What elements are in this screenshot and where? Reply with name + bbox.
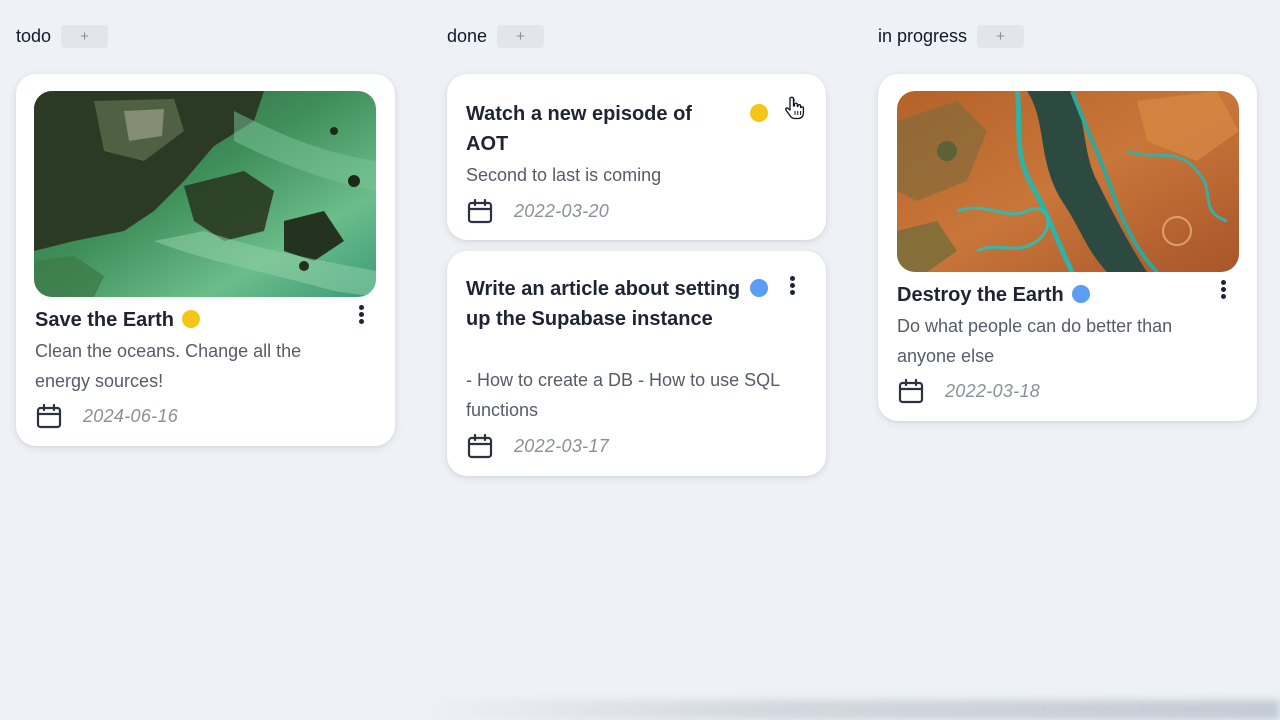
card-date: 2022-03-18 [897,378,1040,404]
card-menu-button[interactable] [355,303,369,327]
card-description: Clean the oceans. Change all the energy … [35,341,302,391]
status-dot [181,310,200,328]
status-dot [750,104,768,122]
task-card[interactable]: Write an article about setting up the Su… [447,251,826,476]
column-header: in progress + [878,24,1025,48]
coastal-satellite-image [34,91,376,297]
card-title: Watch a new episode of AOT [466,103,692,155]
card-title-text: Destroy the Earth [897,284,1064,306]
calendar-icon [898,378,924,404]
task-card[interactable]: Watch a new episode of AOT Second to las… [447,74,826,240]
due-date: 2024-06-16 [83,405,179,426]
bottom-shadow-decoration [420,700,1280,720]
card-title: Write an article about setting up the Su… [466,278,741,330]
task-card[interactable]: Save the Earth Clean the oceans. Change … [16,74,395,446]
card-description: - How to create a DB - How to use SQL fu… [466,370,780,420]
card-image-river [897,91,1239,272]
calendar-icon [467,198,493,224]
column-title: in progress [878,25,968,46]
card-menu-button[interactable] [786,274,800,298]
due-date: 2022-03-17 [514,435,610,456]
card-description: Second to last is coming [466,165,662,185]
card-title: Destroy the Earth [897,280,1090,310]
calendar-icon [36,403,62,429]
add-card-button[interactable]: + [977,24,1025,48]
card-description: Do what people can do better than anyone… [897,316,1173,366]
task-card[interactable]: Destroy the Earth Do what people can do … [878,74,1257,421]
due-date: 2022-03-18 [945,380,1041,401]
due-date: 2022-03-20 [514,200,610,221]
card-date: 2024-06-16 [35,403,178,429]
card-title: Save the Earth [35,305,200,335]
status-dot [750,279,768,297]
card-menu-button[interactable] [786,98,800,122]
column-header: done + [447,24,545,48]
card-menu-button[interactable] [1217,278,1231,302]
column-header: todo + [16,24,109,48]
column-title: done [447,25,488,46]
kanban-board: todo + Save the Earth Clean the oceans. … [0,0,1280,720]
calendar-icon [467,433,493,459]
status-dot [1071,285,1090,303]
river-delta-satellite-image [897,91,1239,272]
add-card-button[interactable]: + [497,24,545,48]
column-title: todo [16,25,52,46]
add-card-button[interactable]: + [61,24,109,48]
card-date: 2022-03-17 [466,433,609,459]
card-date: 2022-03-20 [466,198,609,224]
card-title-text: Save the Earth [35,309,174,331]
card-image-coastal [34,91,376,297]
